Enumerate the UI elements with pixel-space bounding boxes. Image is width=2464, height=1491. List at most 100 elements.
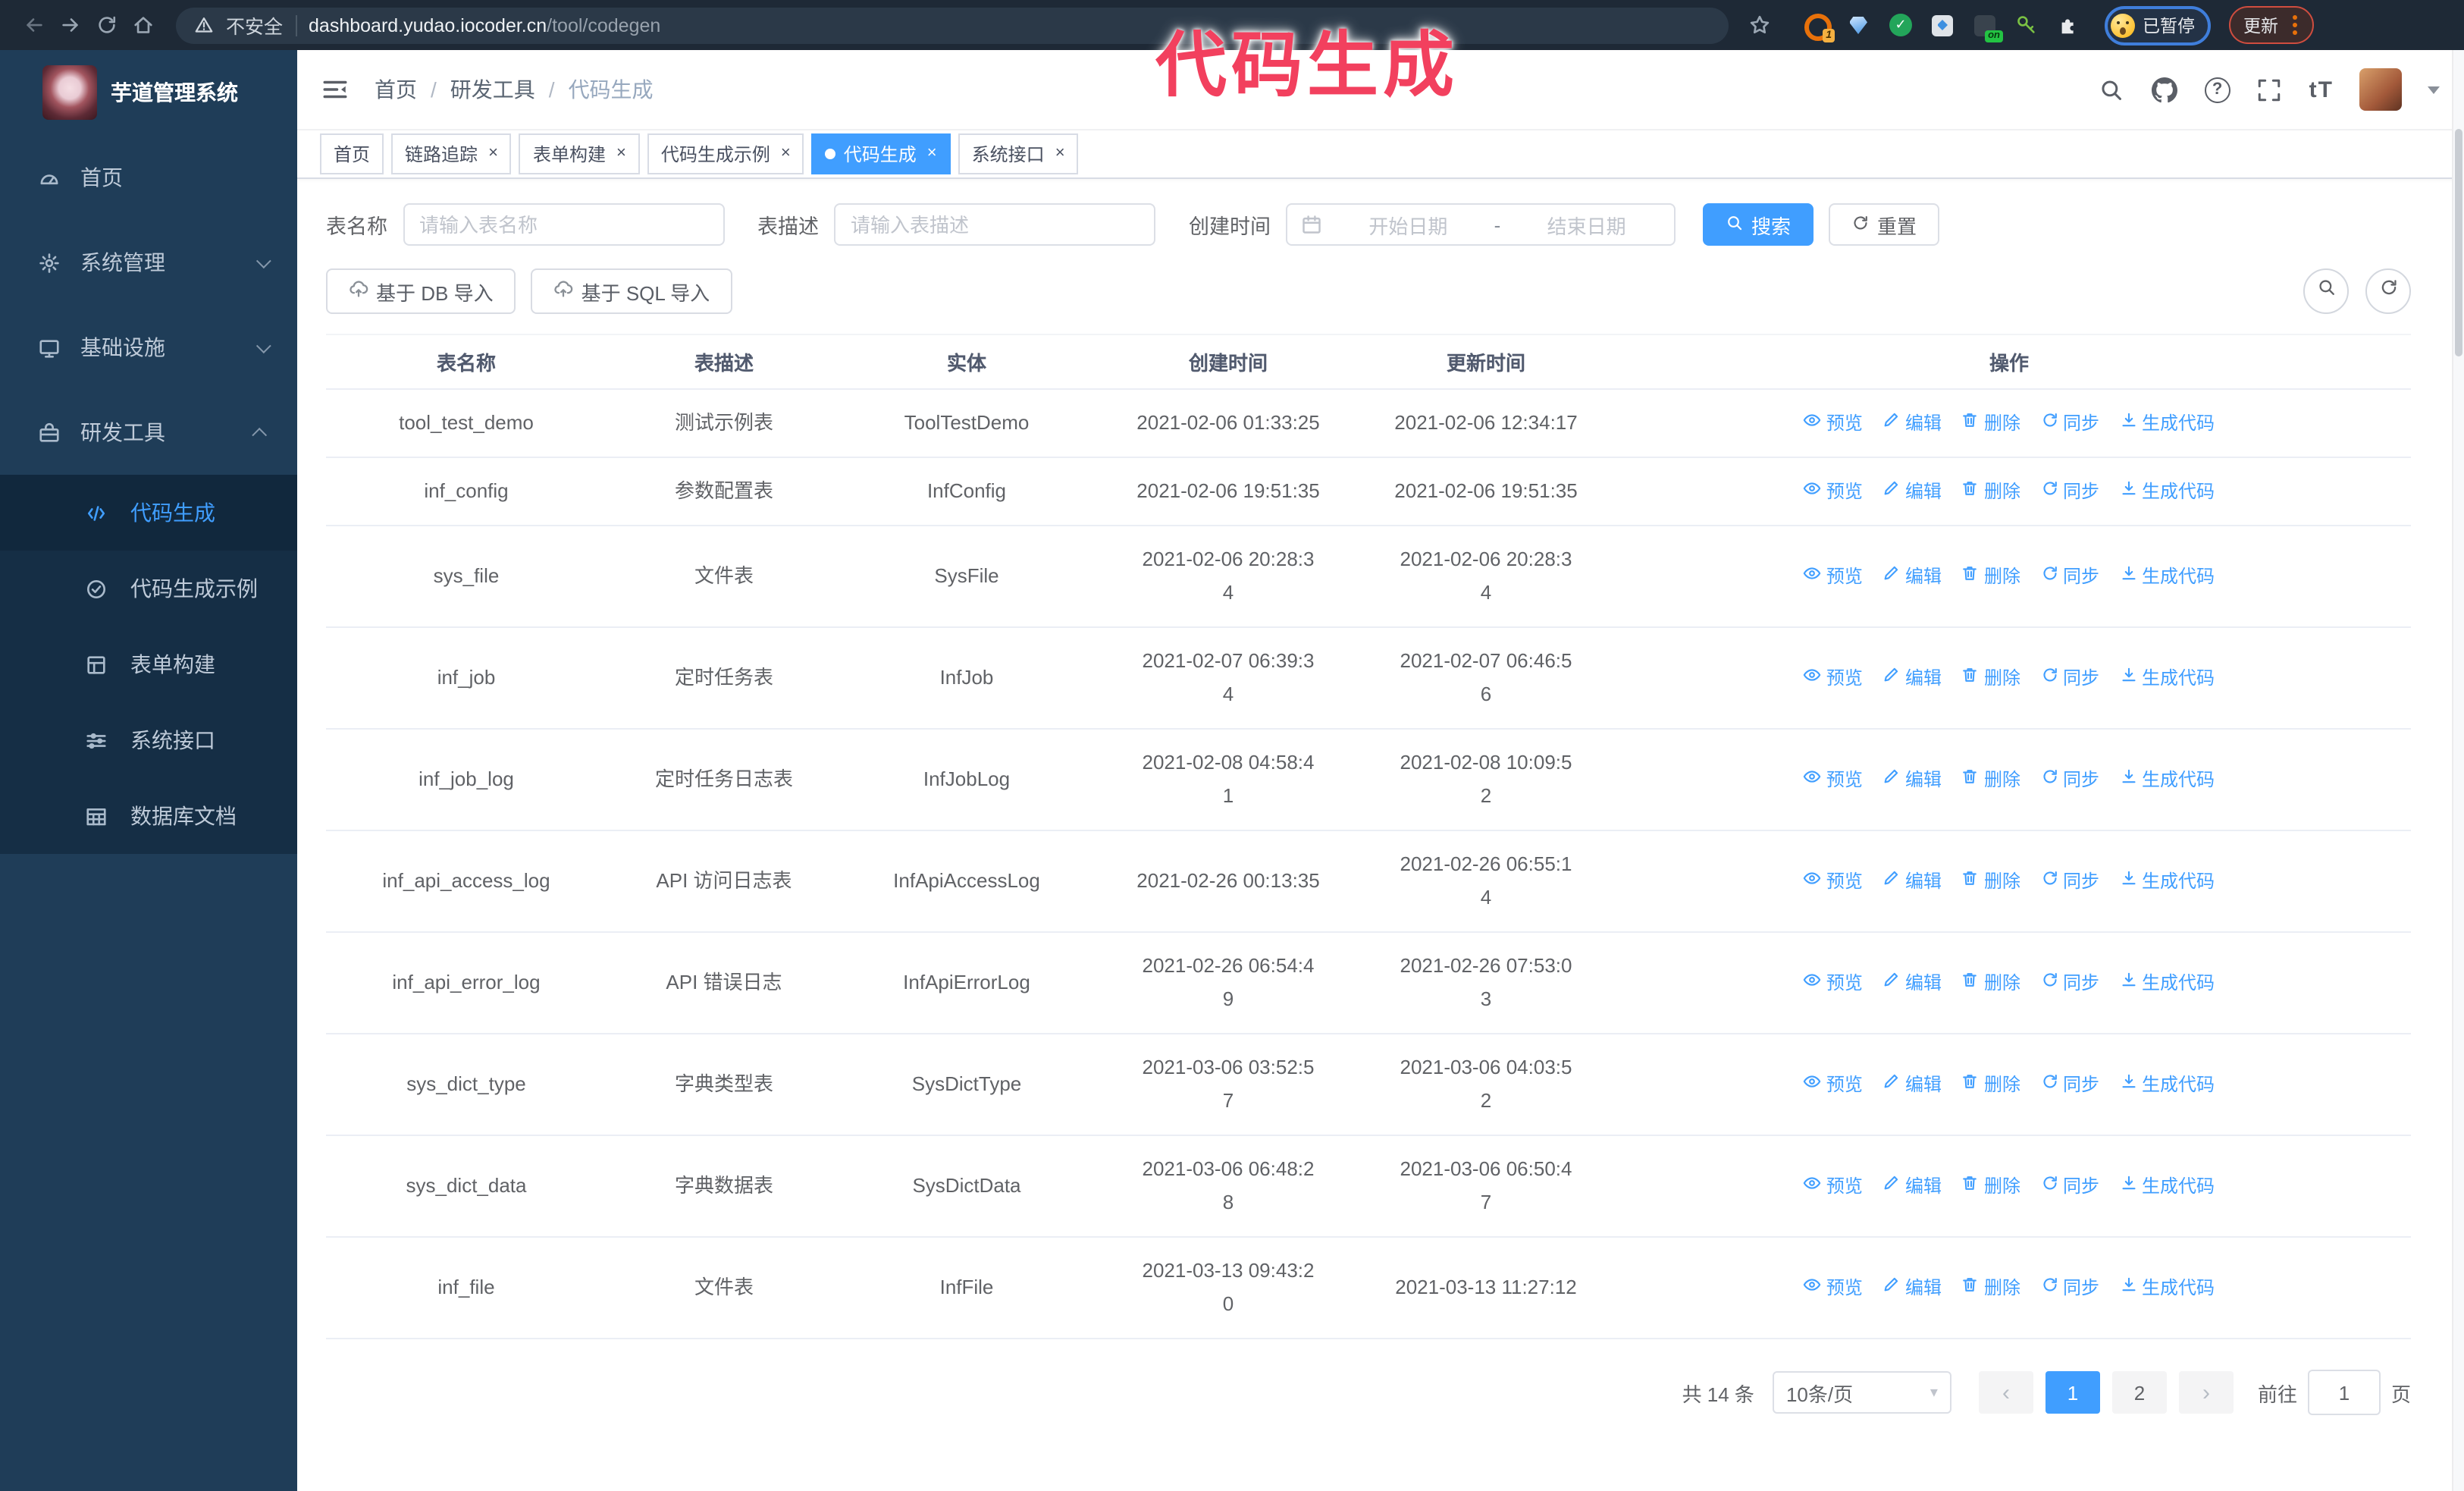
prev-page-button[interactable]: ‹ <box>1978 1371 2033 1414</box>
action-delete[interactable]: 删除 <box>1961 406 2020 440</box>
action-edit[interactable]: 编辑 <box>1882 1068 1942 1101</box>
goto-page-input[interactable] <box>2307 1370 2381 1415</box>
search-icon[interactable] <box>2099 76 2126 103</box>
scrollbar-thumb[interactable] <box>2455 129 2462 356</box>
bookmark-star-icon[interactable] <box>1747 13 1771 37</box>
tab[interactable]: 首页 <box>320 133 384 174</box>
action-delete[interactable]: 删除 <box>1961 966 2020 1000</box>
action-edit[interactable]: 编辑 <box>1882 475 1942 508</box>
action-download[interactable]: 生成代码 <box>2119 475 2215 508</box>
action-sync[interactable]: 同步 <box>2040 1271 2099 1304</box>
hamburger-icon[interactable] <box>320 74 350 105</box>
action-delete[interactable]: 删除 <box>1961 560 2020 593</box>
action-delete[interactable]: 删除 <box>1961 763 2020 796</box>
forward-icon[interactable] <box>58 13 82 37</box>
action-edit[interactable]: 编辑 <box>1882 966 1942 1000</box>
close-icon[interactable]: × <box>488 145 498 162</box>
kebab-menu-icon[interactable] <box>2292 23 2296 27</box>
action-delete[interactable]: 删除 <box>1961 1169 2020 1203</box>
page-button[interactable]: 1 <box>2045 1371 2100 1414</box>
extension-switch-icon[interactable]: on <box>1973 14 2003 42</box>
table-desc-input[interactable] <box>834 203 1155 246</box>
reload-icon[interactable] <box>94 13 118 37</box>
tab[interactable]: 表单构建 × <box>519 133 640 174</box>
action-download[interactable]: 生成代码 <box>2119 966 2215 1000</box>
tab[interactable]: 链路追踪 × <box>391 133 512 174</box>
date-range-picker[interactable]: 开始日期 - 结束日期 <box>1286 203 1676 246</box>
action-download[interactable]: 生成代码 <box>2119 560 2215 593</box>
page-scrollbar[interactable] <box>2452 50 2464 1491</box>
action-sync[interactable]: 同步 <box>2040 406 2099 440</box>
page-size-select[interactable]: 10条/页 ▾ <box>1772 1371 1951 1414</box>
extension-gem-icon[interactable] <box>1847 14 1870 36</box>
tab[interactable]: 代码生成 × <box>811 133 951 174</box>
import-db-button[interactable]: 基于 DB 导入 <box>326 268 516 314</box>
close-icon[interactable]: × <box>1055 145 1065 162</box>
sidebar-subitem[interactable]: 表单构建 <box>0 626 297 702</box>
github-icon[interactable] <box>2152 76 2179 103</box>
reset-button[interactable]: 重置 <box>1829 203 1940 246</box>
action-eye[interactable]: 预览 <box>1804 1271 1863 1304</box>
extension-check-icon[interactable]: ✓ <box>1889 14 1912 36</box>
address-bar[interactable]: 不安全 dashboard.yudao.iocoder.cn/tool/code… <box>176 7 1729 43</box>
action-sync[interactable]: 同步 <box>2040 865 2099 898</box>
action-sync[interactable]: 同步 <box>2040 560 2099 593</box>
search-button[interactable]: 搜索 <box>1703 203 1814 246</box>
next-page-button[interactable]: › <box>2178 1371 2234 1414</box>
sidebar-item[interactable]: 首页 <box>0 135 297 220</box>
extension-colorpicker-icon[interactable]: 1 <box>1804 14 1835 42</box>
tab[interactable]: 代码生成示例 × <box>647 133 804 174</box>
action-eye[interactable]: 预览 <box>1804 1169 1863 1203</box>
action-edit[interactable]: 编辑 <box>1882 560 1942 593</box>
extension-tabs-icon[interactable] <box>1932 14 1953 36</box>
action-download[interactable]: 生成代码 <box>2119 406 2215 440</box>
sidebar-item[interactable]: 系统管理 <box>0 220 297 305</box>
action-sync[interactable]: 同步 <box>2040 1068 2099 1101</box>
home-icon[interactable] <box>130 13 155 37</box>
action-eye[interactable]: 预览 <box>1804 475 1863 508</box>
action-eye[interactable]: 预览 <box>1804 560 1863 593</box>
sidebar-subitem[interactable]: 数据库文档 <box>0 778 297 854</box>
refresh-table-button[interactable] <box>2365 268 2411 314</box>
close-icon[interactable]: × <box>616 145 626 162</box>
help-icon[interactable]: ? <box>2204 77 2230 102</box>
breadcrumb-item[interactable]: 代码生成 <box>569 74 654 105</box>
action-sync[interactable]: 同步 <box>2040 1169 2099 1203</box>
breadcrumb-item[interactable]: 研发工具 <box>450 74 535 105</box>
action-edit[interactable]: 编辑 <box>1882 661 1942 695</box>
breadcrumb-item[interactable]: 首页 <box>375 74 417 105</box>
page-button[interactable]: 2 <box>2111 1371 2167 1414</box>
action-download[interactable]: 生成代码 <box>2119 661 2215 695</box>
extensions-puzzle-icon[interactable] <box>2058 14 2080 36</box>
action-edit[interactable]: 编辑 <box>1882 763 1942 796</box>
action-download[interactable]: 生成代码 <box>2119 1271 2215 1304</box>
close-icon[interactable]: × <box>927 145 937 162</box>
action-delete[interactable]: 删除 <box>1961 1271 2020 1304</box>
browser-update-button[interactable]: 更新 <box>2228 6 2313 44</box>
app-logo[interactable]: 芋道管理系统 <box>0 50 297 135</box>
action-delete[interactable]: 删除 <box>1961 1068 2020 1101</box>
action-eye[interactable]: 预览 <box>1804 406 1863 440</box>
tab[interactable]: 系统接口 × <box>958 133 1079 174</box>
action-edit[interactable]: 编辑 <box>1882 1169 1942 1203</box>
close-icon[interactable]: × <box>781 145 791 162</box>
action-edit[interactable]: 编辑 <box>1882 1271 1942 1304</box>
action-edit[interactable]: 编辑 <box>1882 865 1942 898</box>
sidebar-subitem[interactable]: 代码生成示例 <box>0 551 297 626</box>
end-date-placeholder[interactable]: 结束日期 <box>1513 210 1660 239</box>
action-sync[interactable]: 同步 <box>2040 966 2099 1000</box>
import-sql-button[interactable]: 基于 SQL 导入 <box>531 268 733 314</box>
fullscreen-icon[interactable] <box>2256 76 2284 103</box>
user-avatar[interactable] <box>2359 68 2402 111</box>
action-eye[interactable]: 预览 <box>1804 865 1863 898</box>
chevron-down-icon[interactable] <box>2428 86 2440 93</box>
action-eye[interactable]: 预览 <box>1804 966 1863 1000</box>
table-name-input[interactable] <box>403 203 724 246</box>
action-sync[interactable]: 同步 <box>2040 763 2099 796</box>
action-download[interactable]: 生成代码 <box>2119 763 2215 796</box>
action-sync[interactable]: 同步 <box>2040 475 2099 508</box>
toggle-search-button[interactable] <box>2303 268 2349 314</box>
browser-profile-chip[interactable]: 已暂停 <box>2105 5 2210 45</box>
action-delete[interactable]: 删除 <box>1961 475 2020 508</box>
sidebar-subitem[interactable]: 系统接口 <box>0 702 297 778</box>
